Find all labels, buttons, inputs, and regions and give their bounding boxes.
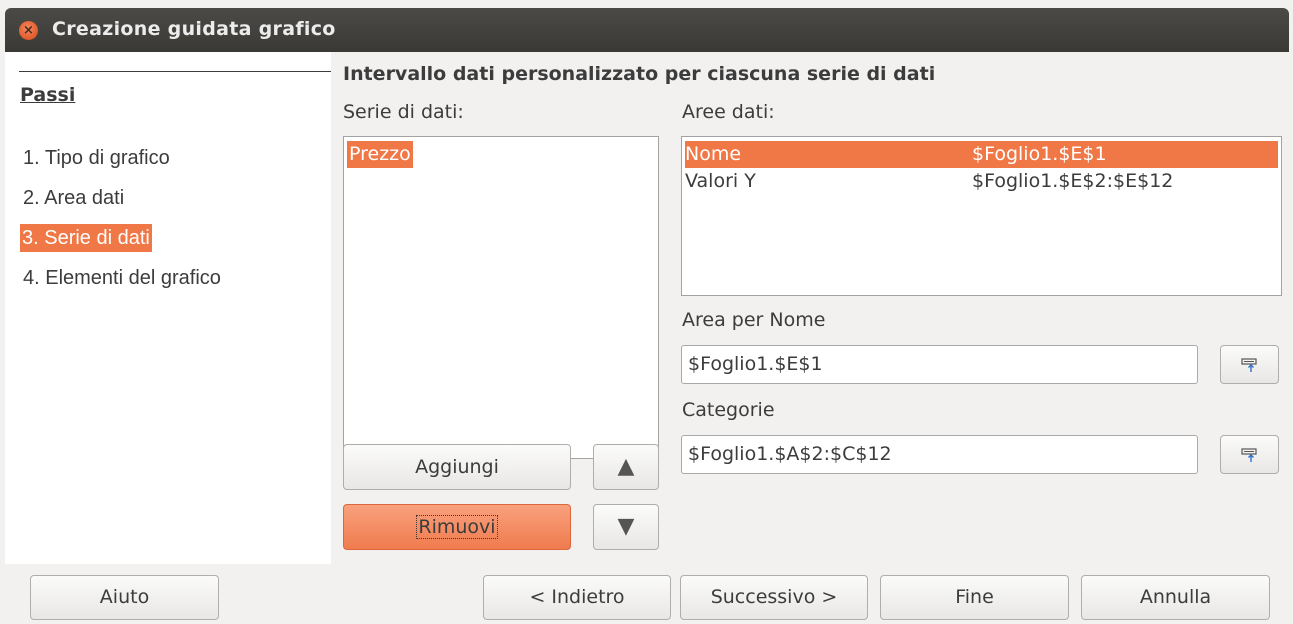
range-name: Valori Y xyxy=(685,170,756,192)
series-label: Serie di dati: xyxy=(343,101,464,123)
remove-series-button[interactable]: Rimuovi xyxy=(343,504,571,550)
select-categories-button[interactable] xyxy=(1220,435,1279,474)
name-range-input[interactable]: $Foglio1.$E$1 xyxy=(681,345,1198,384)
step-chart-elements[interactable]: 4. Elementi del grafico xyxy=(20,264,223,292)
remove-series-label: Rimuovi xyxy=(416,515,498,539)
select-name-range-button[interactable] xyxy=(1220,345,1279,384)
help-button[interactable]: Aiuto xyxy=(30,575,219,620)
list-item[interactable]: Valori Y $Foglio1.$E$2:$E$12 xyxy=(685,168,1278,195)
shrink-range-icon xyxy=(1241,448,1257,462)
name-range-label: Area per Nome xyxy=(682,309,826,331)
list-item[interactable]: Prezzo xyxy=(347,141,421,168)
add-series-button[interactable]: Aggiungi xyxy=(343,444,571,490)
finish-button[interactable]: Fine xyxy=(880,575,1069,620)
move-down-button[interactable]: ▼ xyxy=(593,504,659,550)
categories-label: Categorie xyxy=(682,399,775,421)
section-heading: Intervallo dati personalizzato per ciasc… xyxy=(343,63,936,85)
steps-panel: Passi 1. Tipo di grafico 2. Area dati 3.… xyxy=(5,52,331,564)
title-bar: × Creazione guidata grafico xyxy=(5,8,1289,52)
close-icon[interactable]: × xyxy=(19,21,38,40)
next-button[interactable]: Successivo > xyxy=(680,575,868,620)
back-button[interactable]: < Indietro xyxy=(483,575,671,620)
series-list[interactable]: Prezzo xyxy=(343,136,659,459)
range-name: Nome xyxy=(685,143,742,165)
categories-input[interactable]: $Foglio1.$A$2:$C$12 xyxy=(681,435,1198,474)
move-up-button[interactable]: ▲ xyxy=(593,444,659,490)
window-title: Creazione guidata grafico xyxy=(52,18,336,40)
steps-divider xyxy=(19,71,331,72)
steps-heading: Passi xyxy=(20,84,76,106)
list-item[interactable]: Nome $Foglio1.$E$1 xyxy=(685,141,1278,168)
range-value: $Foglio1.$E$1 xyxy=(972,143,1107,165)
cancel-button[interactable]: Annulla xyxy=(1081,575,1270,620)
shrink-range-icon xyxy=(1241,358,1257,372)
data-ranges-list[interactable]: Nome $Foglio1.$E$1 Valori Y $Foglio1.$E$… xyxy=(681,136,1282,296)
range-value: $Foglio1.$E$2:$E$12 xyxy=(972,170,1174,192)
arrow-down-icon: ▼ xyxy=(617,514,635,539)
step-chart-type[interactable]: 1. Tipo di grafico xyxy=(20,144,172,172)
series-item-label: Prezzo xyxy=(347,141,413,168)
step-data-range[interactable]: 2. Area dati xyxy=(20,184,126,212)
ranges-label: Aree dati: xyxy=(682,101,775,123)
arrow-up-icon: ▲ xyxy=(617,454,635,479)
step-data-series[interactable]: 3. Serie di dati xyxy=(20,224,152,252)
